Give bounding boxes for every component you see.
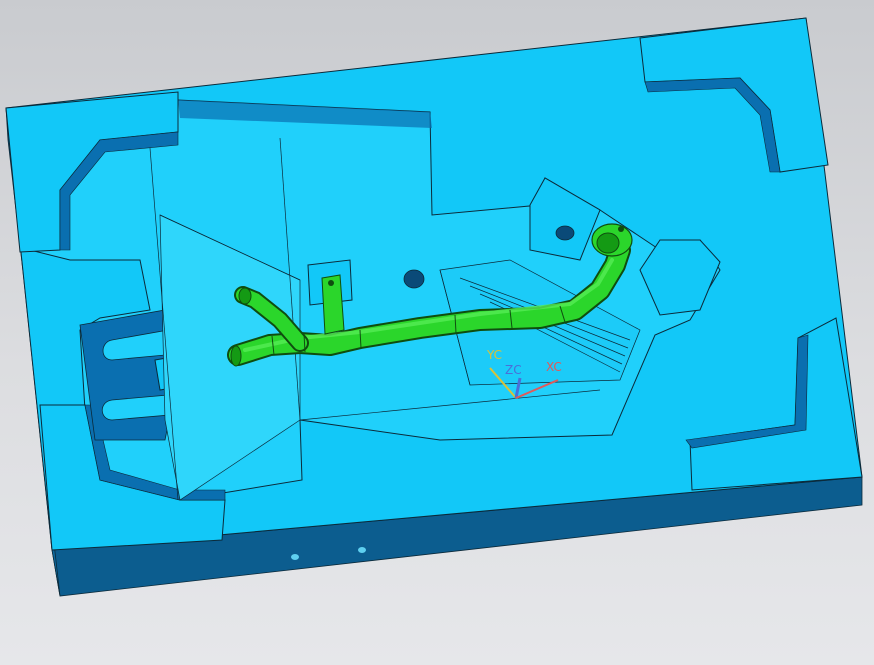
tube-bracket-hole: [328, 280, 334, 286]
axis-x-label: XC: [546, 360, 562, 374]
tube-end-left-upper: [238, 287, 252, 305]
graphics-viewport[interactable]: YC ZC XC: [0, 0, 874, 665]
tube-flange-hole: [618, 226, 624, 232]
mold-3d-view[interactable]: YC ZC XC: [0, 0, 874, 665]
tube-flange-boss: [596, 232, 620, 254]
axis-z-label: ZC: [505, 363, 522, 377]
axis-y-label: YC: [486, 348, 502, 362]
insert-slot-left: [79, 309, 171, 441]
center-hole: [403, 269, 425, 289]
boss-hole-right: [555, 225, 575, 241]
ejector-hole-1: [291, 554, 299, 560]
tube-end-left-lower: [230, 345, 242, 367]
ejector-hole-2: [358, 547, 366, 553]
